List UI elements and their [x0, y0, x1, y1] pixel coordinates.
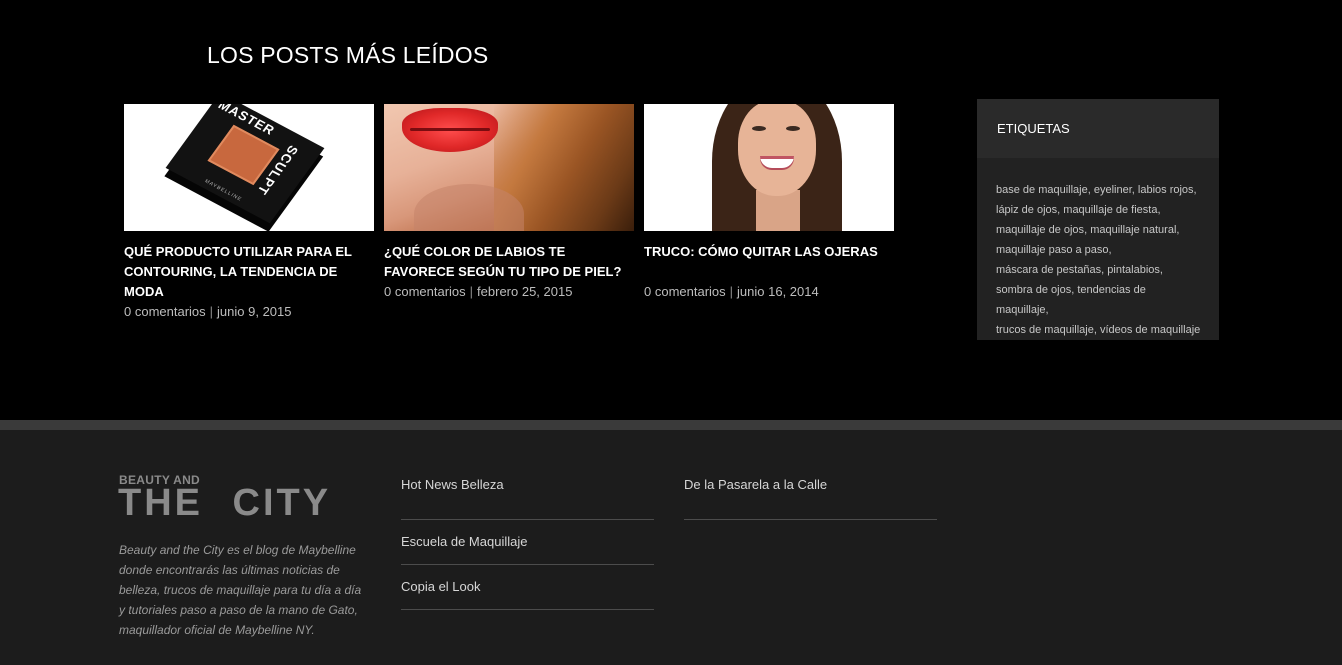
post-comments[interactable]: 0 comentarios — [124, 304, 206, 319]
product-brand: MAYBELLINE — [203, 178, 244, 203]
post-meta: 0 comentarios | junio 16, 2014 — [644, 282, 894, 302]
post-thumbnail-portrait[interactable] — [644, 104, 894, 231]
post-date: febrero 25, 2015 — [477, 284, 573, 299]
tag-link[interactable]: maquillaje paso a paso — [996, 244, 1109, 256]
post-thumbnail-contouring[interactable]: MASTER SCULPT MAYBELLINE — [124, 104, 374, 231]
tag-link[interactable]: maquillaje natural — [1090, 224, 1176, 236]
footer-logo-big[interactable]: THE CITY — [118, 482, 331, 525]
eye-right — [786, 126, 800, 131]
tag-link[interactable]: lápiz de ojos — [996, 204, 1057, 216]
footer-menu-item[interactable]: De la Pasarela a la Calle — [684, 475, 937, 520]
tags-widget-title: ETIQUETAS — [977, 99, 1219, 158]
post-date: junio 9, 2015 — [217, 304, 292, 319]
post-title[interactable]: ¿QUÉ COLOR DE LABIOS TE FAVORECE SEGÚN T… — [384, 242, 634, 282]
portrait-neck — [756, 190, 800, 231]
post-meta: 0 comentarios | febrero 25, 2015 — [384, 282, 634, 302]
post-title[interactable]: QUÉ PRODUCTO UTILIZAR PARA EL CONTOURING… — [124, 242, 374, 302]
post-grid: MASTER SCULPT MAYBELLINE QUÉ PRODUCTO UT… — [124, 104, 894, 322]
post-comments[interactable]: 0 comentarios — [644, 284, 726, 299]
footer-menu-1: Hot News Belleza Escuela de Maquillaje C… — [401, 475, 654, 610]
tag-link[interactable]: vídeos de maquillaje — [1100, 324, 1200, 336]
tags-widget: ETIQUETAS base de maquillaje, eyeliner, … — [977, 99, 1219, 340]
most-read-section: LOS POSTS MÁS LEÍDOS MASTER SCULPT MAYBE… — [0, 0, 1342, 420]
tag-link[interactable]: pintalabios — [1107, 264, 1160, 276]
tag-link[interactable]: sombra de ojos — [996, 284, 1071, 296]
meta-separator: | — [729, 284, 734, 299]
post-meta: 0 comentarios | junio 9, 2015 — [124, 302, 374, 322]
post-comments[interactable]: 0 comentarios — [384, 284, 466, 299]
footer-menu-item[interactable]: Escuela de Maquillaje — [401, 520, 654, 565]
tag-link[interactable]: base de maquillaje — [996, 184, 1088, 196]
tag-link[interactable]: maquillaje de ojos — [996, 224, 1084, 236]
footer: BEAUTY AND THE CITY Beauty and the City … — [0, 430, 1342, 665]
footer-menu-item[interactable]: Hot News Belleza — [401, 475, 654, 520]
tag-link[interactable]: eyeliner — [1094, 184, 1132, 196]
eye-left — [752, 126, 766, 131]
red-lips-image — [402, 108, 498, 152]
post-card: TRUCO: CÓMO QUITAR LAS OJERAS 0 comentar… — [644, 104, 894, 322]
footer-menu-item[interactable]: Copia el Look — [401, 565, 654, 610]
footer-about-text: Beauty and the City es el blog de Maybel… — [119, 543, 362, 637]
footer-menu-2: De la Pasarela a la Calle — [684, 475, 937, 520]
meta-separator: | — [469, 284, 474, 299]
tag-link[interactable]: maquillaje de fiesta — [1063, 204, 1157, 216]
post-card: ¿QUÉ COLOR DE LABIOS TE FAVORECE SEGÚN T… — [384, 104, 634, 322]
post-card: MASTER SCULPT MAYBELLINE QUÉ PRODUCTO UT… — [124, 104, 374, 322]
tag-link[interactable]: trucos de maquillaje — [996, 324, 1094, 336]
tag-link[interactable]: máscara de pestañas — [996, 264, 1101, 276]
product-box-image: MASTER SCULPT MAYBELLINE — [165, 104, 325, 224]
tag-link[interactable]: labios rojos — [1138, 184, 1194, 196]
meta-separator: | — [209, 304, 214, 319]
post-thumbnail-lips[interactable] — [384, 104, 634, 231]
section-title: LOS POSTS MÁS LEÍDOS — [207, 42, 489, 68]
post-title[interactable]: TRUCO: CÓMO QUITAR LAS OJERAS — [644, 242, 894, 282]
portrait-face — [738, 104, 816, 196]
footer-divider — [0, 420, 1342, 430]
post-date: junio 16, 2014 — [737, 284, 819, 299]
tag-cloud: base de maquillaje, eyeliner, labios roj… — [996, 184, 1201, 336]
smile — [760, 156, 794, 168]
